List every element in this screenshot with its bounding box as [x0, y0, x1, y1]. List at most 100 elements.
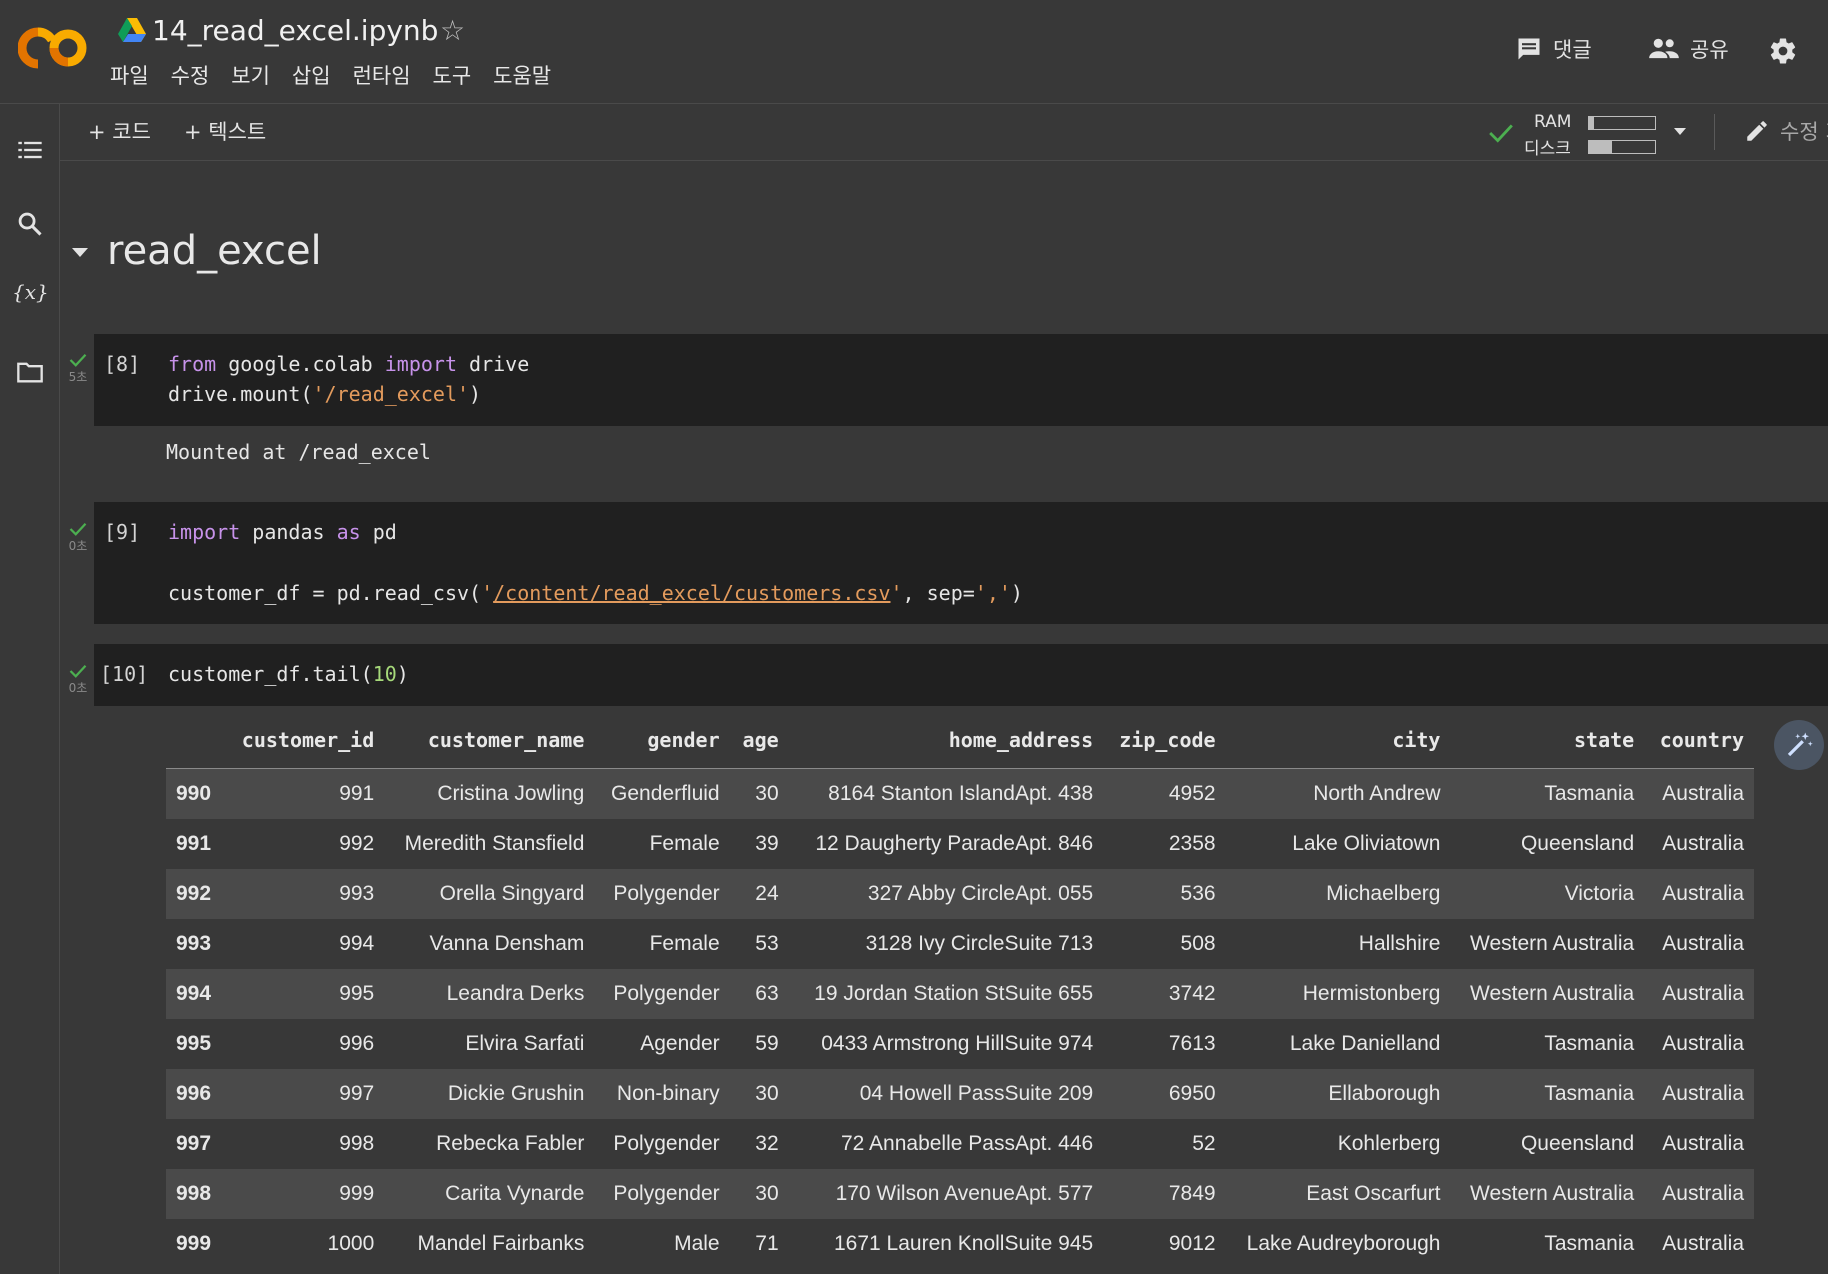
toolbar-divider	[1714, 114, 1715, 150]
table-cell: East Oscarfurt	[1306, 1182, 1441, 1205]
menu-bar: 파일 수정 보기 삽입 런타임 도구 도움말	[110, 60, 573, 90]
gear-icon[interactable]	[1768, 36, 1798, 66]
comment-button[interactable]: 댓글	[1515, 34, 1592, 64]
share-button[interactable]: 공유	[1648, 34, 1729, 64]
menu-view[interactable]: 보기	[231, 60, 270, 90]
google-drive-icon[interactable]	[118, 18, 146, 44]
table-cell: Polygender	[613, 982, 720, 1005]
people-icon	[1649, 38, 1679, 59]
code-string: '	[481, 581, 494, 605]
table-cell: 9012	[1168, 1232, 1216, 1255]
menu-tools[interactable]: 도구	[433, 60, 472, 90]
table-cell: Australia	[1662, 982, 1744, 1005]
folder-icon[interactable]	[16, 358, 44, 386]
code-cell[interactable]: [9] import pandas as pd customer_df = pd…	[94, 502, 1828, 624]
table-cell: 1671 Lauren KnollSuite 945	[833, 1232, 1094, 1255]
table-cell: 998	[339, 1132, 375, 1155]
menu-file[interactable]: 파일	[110, 60, 149, 90]
collapse-section-icon[interactable]	[70, 246, 90, 260]
table-cell: Carita Vynarde	[445, 1182, 585, 1205]
section-heading: read_excel	[107, 228, 322, 274]
variables-icon[interactable]: {x}	[12, 280, 52, 308]
code-line: drive.mount('/read_excel')	[168, 382, 481, 406]
colab-logo[interactable]	[18, 26, 90, 70]
table-cell: Queensland	[1520, 1132, 1635, 1155]
menu-help[interactable]: 도움말	[493, 60, 551, 90]
code-keyword: from	[168, 352, 217, 376]
code-string: '/read_excel'	[312, 382, 470, 406]
column-header: customer_name	[384, 712, 595, 769]
table-cell: 6950	[1168, 1082, 1216, 1105]
table-cell: Australia	[1662, 1032, 1744, 1055]
row-index-cell: 998	[176, 1182, 212, 1205]
code-string: ','	[974, 581, 1011, 605]
code-text: )	[1010, 581, 1023, 605]
run-success-check-icon[interactable]	[69, 663, 87, 679]
table-cell: Australia	[1662, 1132, 1744, 1155]
notebook-title[interactable]: 14_read_excel.ipynb	[152, 14, 438, 47]
code-text: , sep=	[902, 581, 975, 605]
column-header: city	[1225, 712, 1451, 769]
resource-monitor[interactable]: RAM 디스크	[1488, 112, 1688, 159]
file-path-link[interactable]: /content/read_excel/customers.csv	[493, 581, 890, 605]
generate-suggestion-button[interactable]	[1774, 720, 1824, 770]
table-cell: 19 Jordan Station StSuite 655	[814, 982, 1094, 1005]
table-cell: Australia	[1662, 1232, 1744, 1255]
run-success-check-icon[interactable]	[69, 352, 87, 368]
star-icon[interactable]: ☆	[440, 14, 465, 47]
table-cell: Female	[649, 932, 720, 955]
column-header: customer_id	[223, 712, 385, 769]
table-cell: 24	[755, 882, 779, 905]
menu-edit[interactable]: 수정	[171, 60, 210, 90]
table-body: 990 991 Cristina Jowling Genderfluid 30 8164 …	[166, 768, 1754, 1269]
code-cell[interactable]: [8] from google.colab import drive drive…	[94, 334, 1828, 426]
code-keyword: import	[384, 352, 457, 376]
share-label: 공유	[1690, 38, 1729, 62]
run-success-check-icon[interactable]	[69, 521, 87, 537]
table-cell: 53	[755, 932, 779, 955]
table-row: 992 993 Orella Singyard Polygender 24 327 Abb…	[166, 869, 1754, 919]
table-cell: Victoria	[1564, 882, 1635, 905]
table-cell: Michaelberg	[1326, 882, 1441, 905]
table-cell: 992	[339, 832, 375, 855]
cell-output: Mounted at /read_excel	[94, 426, 1828, 502]
cell-status: 0초	[64, 521, 92, 554]
table-cell: 32	[755, 1132, 779, 1155]
table-cell: 3128 Ivy CircleSuite 713	[865, 932, 1094, 955]
cell-status: 5초	[64, 352, 92, 385]
table-cell: Ellaborough	[1328, 1082, 1441, 1105]
edit-mode-button[interactable]: 수정 가능	[1744, 116, 1828, 146]
disk-label: 디스크	[1524, 139, 1571, 159]
table-cell: Genderfluid	[611, 782, 720, 805]
execution-count[interactable]: [8]	[104, 352, 140, 376]
menu-runtime[interactable]: 런타임	[353, 60, 411, 90]
add-text-button[interactable]: + 텍스트	[184, 116, 266, 146]
table-cell: Mandel Fairbanks	[417, 1232, 585, 1255]
execution-count[interactable]: [10]	[100, 662, 148, 686]
table-cell: 4952	[1168, 782, 1216, 805]
table-cell: 994	[339, 932, 375, 955]
notebook-toolbar: + 코드 + 텍스트 RAM 디스크 수정 가능	[60, 104, 1828, 161]
execution-count[interactable]: [9]	[104, 520, 140, 544]
table-row: 997 998 Rebecka Fabler Polygender 32 72 Annab…	[166, 1119, 1754, 1169]
table-cell: 30	[755, 782, 779, 805]
pencil-icon	[1747, 121, 1767, 141]
code-text: )	[469, 382, 482, 406]
menu-insert[interactable]: 삽입	[292, 60, 331, 90]
table-cell: Australia	[1662, 1182, 1744, 1205]
row-index-cell: 992	[176, 882, 212, 905]
search-icon[interactable]	[16, 210, 44, 238]
code-text: )	[396, 662, 409, 686]
table-cell: Polygender	[613, 882, 720, 905]
table-row: 998 999 Carita Vynarde Polygender 30 170 Wils…	[166, 1169, 1754, 1219]
code-cell[interactable]: [10] customer_df.tail(10)	[94, 644, 1828, 706]
table-cell: Tasmania	[1544, 1232, 1635, 1255]
table-cell: North Andrew	[1313, 782, 1441, 805]
table-cell: 30	[755, 1082, 779, 1105]
table-of-contents-icon[interactable]	[16, 136, 44, 164]
table-row: 996 997 Dickie Grushin Non-binary 30 04 Howel…	[166, 1069, 1754, 1119]
column-header: zip_code	[1103, 712, 1226, 769]
add-code-button[interactable]: + 코드	[88, 116, 151, 146]
code-line: from google.colab import drive	[168, 352, 529, 376]
chevron-down-icon[interactable]	[1672, 126, 1688, 136]
